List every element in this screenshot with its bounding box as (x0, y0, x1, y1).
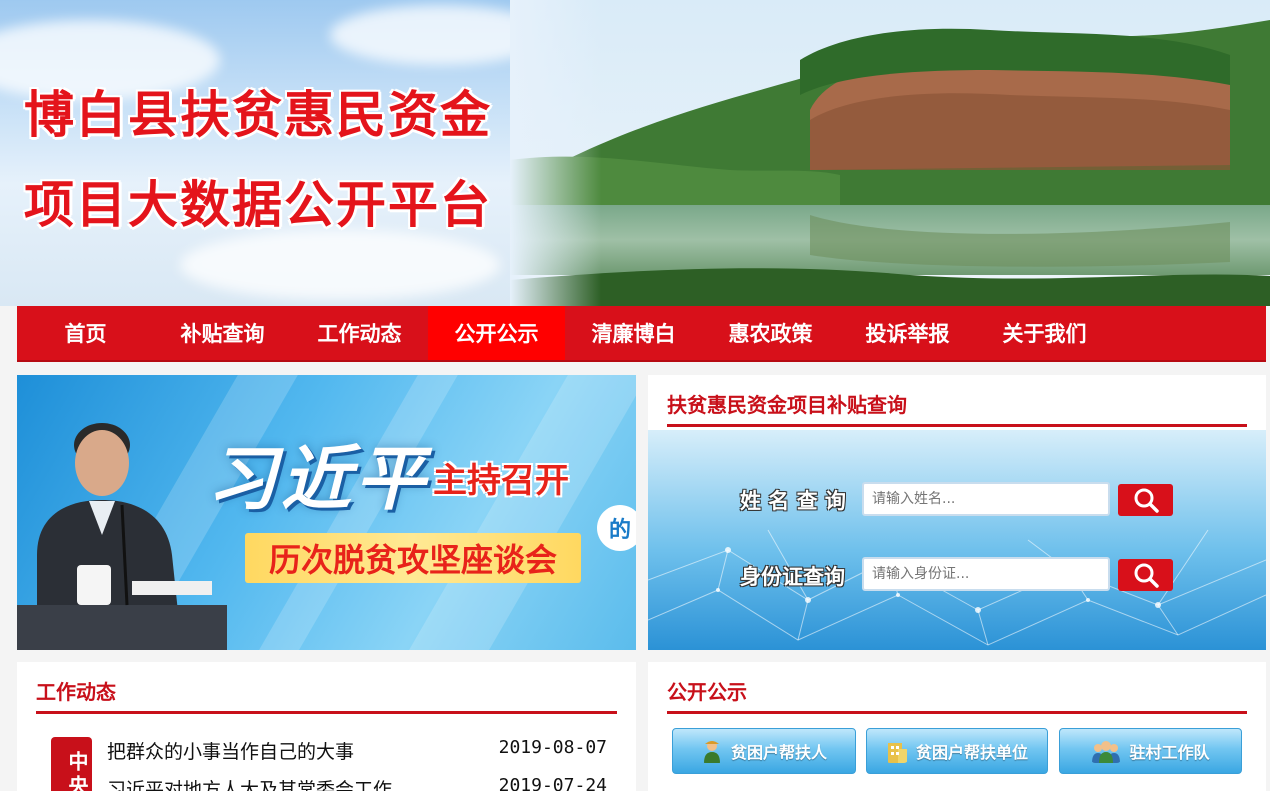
news-item[interactable]: 把群众的小事当作自己的大事 2019-08-07 (107, 737, 607, 764)
name-search-button[interactable] (1118, 484, 1173, 516)
search-icon (1134, 488, 1159, 513)
village-work-team-button[interactable]: 驻村工作队 (1059, 728, 1242, 774)
farmer-icon (703, 741, 720, 763)
id-search-button[interactable] (1118, 559, 1173, 591)
poor-household-helper-button[interactable]: 贫困户帮扶人 (672, 728, 856, 774)
promo-subtitle: 主持召开 (433, 461, 569, 501)
promo-banner[interactable]: 习近平 主持召开 的 历次脱贫攻坚座谈会 (17, 375, 636, 650)
id-search-input[interactable] (862, 557, 1110, 591)
promo-name: 习近平 (207, 437, 429, 520)
promo-de-badge: 的 (597, 505, 636, 551)
button-label: 贫困户帮扶单位 (915, 743, 1028, 762)
name-search-input[interactable] (862, 482, 1110, 516)
work-news-panel: 工作动态 中央 把群众的小事当作自己的大事 2019-08-07 习近平对地方人… (17, 662, 636, 791)
landscape-image (510, 0, 1270, 306)
search-icon (1134, 563, 1159, 588)
poor-household-unit-button[interactable]: 贫困户帮扶单位 (866, 728, 1048, 774)
news-item-date: 2019-07-24 (498, 775, 607, 791)
nav-item-public-notice[interactable]: 公开公示 (428, 306, 565, 360)
site-title-line2: 项目大数据公开平台 (24, 175, 492, 234)
notice-panel-title: 公开公示 (667, 680, 747, 704)
nav-item-clean-bobai[interactable]: 清廉博白 (565, 306, 702, 360)
site-title-line1: 博白县扶贫惠民资金 (24, 85, 492, 144)
nav-item-about[interactable]: 关于我们 (976, 306, 1113, 360)
nav-item-home[interactable]: 首页 (17, 306, 154, 360)
button-label: 贫困户帮扶人 (730, 743, 827, 762)
news-panel-title: 工作动态 (36, 680, 116, 704)
news-item-title[interactable]: 把群众的小事当作自己的大事 (107, 737, 354, 764)
notice-title-divider (667, 711, 1247, 714)
query-background (648, 430, 1266, 650)
name-query-label: 姓 名 查 询 (740, 489, 846, 513)
news-item-title[interactable]: 习近平对地方人大及其常委会工作 (107, 775, 392, 791)
news-title-divider (36, 711, 617, 714)
nav-item-complaint[interactable]: 投诉举报 (839, 306, 976, 360)
main-nav: 首页 补贴查询 工作动态 公开公示 清廉博白 惠农政策 投诉举报 关于我们 (17, 306, 1266, 362)
id-query-label: 身份证查询 (740, 565, 845, 589)
query-panel-title: 扶贫惠民资金项目补贴查询 (667, 393, 907, 417)
speaker-photo (17, 423, 227, 650)
public-notice-panel: 公开公示 贫困户帮扶人 贫困户帮扶单位 驻村工作队 (648, 662, 1266, 791)
news-item[interactable]: 习近平对地方人大及其常委会工作 2019-07-24 (107, 775, 607, 791)
query-title-divider (667, 424, 1247, 427)
news-item-date: 2019-08-07 (498, 737, 607, 758)
promo-headline: 历次脱贫攻坚座谈会 (245, 533, 582, 583)
nav-item-work-news[interactable]: 工作动态 (291, 306, 428, 360)
news-category-tag: 中央 (51, 737, 92, 791)
nav-item-policy[interactable]: 惠农政策 (702, 306, 839, 360)
button-label: 驻村工作队 (1129, 743, 1210, 762)
building-icon (887, 743, 907, 763)
subsidy-query-panel: 扶贫惠民资金项目补贴查询 姓 名 查 询 身份证查询 (648, 375, 1266, 650)
header-banner: 博白县扶贫惠民资金 项目大数据公开平台 (0, 0, 1270, 306)
team-icon (1092, 741, 1121, 763)
nav-item-subsidy-query[interactable]: 补贴查询 (154, 306, 291, 360)
